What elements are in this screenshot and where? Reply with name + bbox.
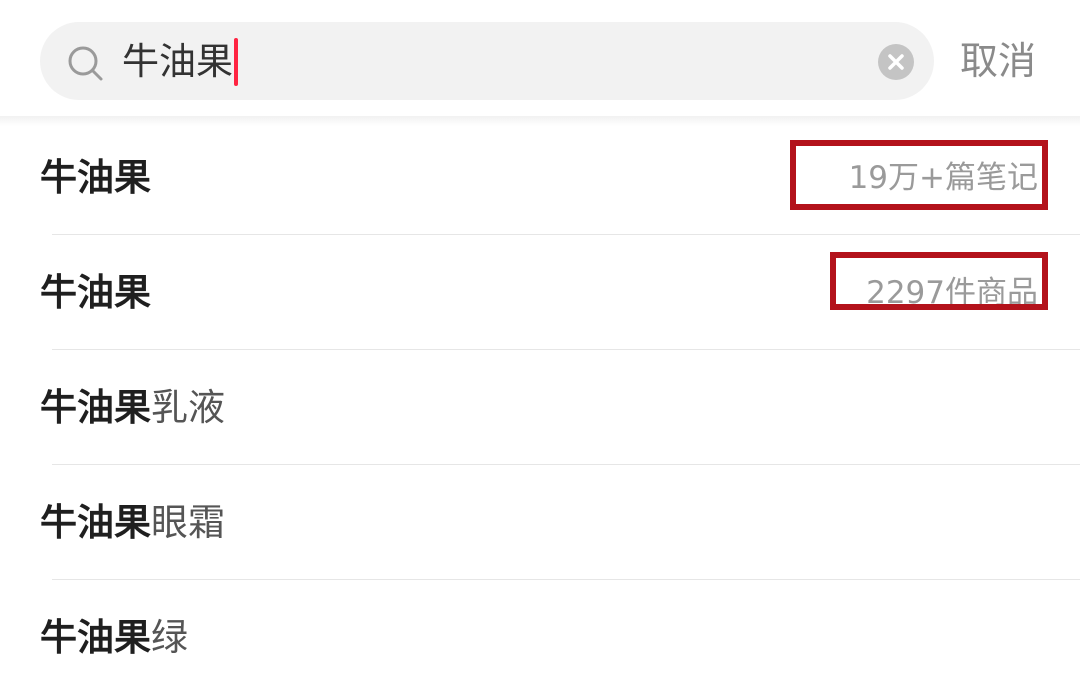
cancel-button[interactable]: 取消: [948, 36, 1048, 86]
suggestion-product-count: 2297件商品: [866, 275, 1038, 311]
text-caret: [234, 38, 238, 86]
suggestion-item[interactable]: 牛油果乳液: [0, 350, 1080, 465]
suggestion-keyword: 牛油果: [40, 616, 151, 659]
suggestion-item[interactable]: 牛油果眼霜: [0, 465, 1080, 580]
suggestion-item[interactable]: 牛油果绿: [0, 580, 1080, 695]
suggestion-item[interactable]: 牛油果 2297件商品: [0, 235, 1080, 350]
suggestion-label: 牛油果眼霜: [40, 498, 225, 548]
search-icon: [68, 46, 103, 81]
suggestion-label: 牛油果乳液: [40, 383, 225, 433]
suggestion-item[interactable]: 牛油果 19万+篇笔记: [0, 120, 1080, 235]
suggestion-label: 牛油果: [40, 153, 151, 203]
suggestion-suffix: 眼霜: [151, 501, 225, 544]
suggestion-keyword: 牛油果: [40, 501, 151, 544]
suggestion-keyword: 牛油果: [40, 271, 151, 314]
suggestion-label: 牛油果: [40, 268, 151, 318]
suggestion-keyword: 牛油果: [40, 156, 151, 199]
search-query[interactable]: 牛油果: [122, 38, 238, 86]
suggestion-note-count: 19万+篇笔记: [848, 160, 1038, 196]
search-header: 牛油果 取消: [0, 0, 1080, 120]
suggestion-keyword: 牛油果: [40, 386, 151, 429]
suggestion-suffix: 乳液: [151, 386, 225, 429]
search-query-text: 牛油果: [122, 40, 233, 83]
clear-icon[interactable]: [878, 44, 914, 80]
suggestion-suffix: 绿: [151, 616, 188, 659]
suggestion-list: 牛油果 19万+篇笔记 牛油果 2297件商品 牛油果乳液 牛油果眼霜 牛油果绿: [0, 120, 1080, 695]
suggestion-label: 牛油果绿: [40, 613, 188, 663]
